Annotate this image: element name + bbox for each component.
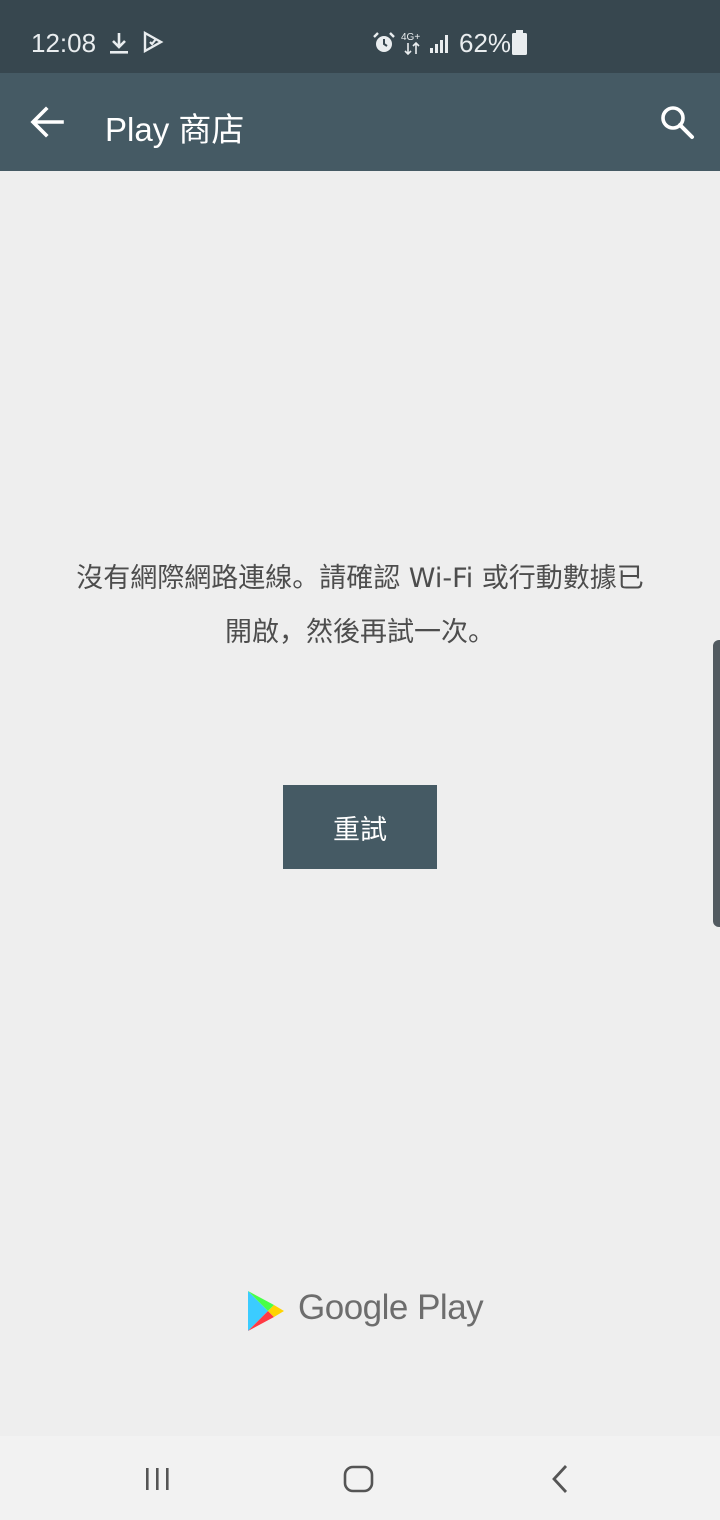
network-type-icon: 4G+ <box>401 32 420 56</box>
battery-percent: 62% <box>459 28 512 58</box>
retry-button[interactable]: 重試 <box>283 785 437 869</box>
no-connection-message: 沒有網際網路連線。請確認 Wi-Fi 或行動數據已 開啟，然後再試一次。 <box>40 552 680 660</box>
svg-text:4G+: 4G+ <box>401 32 420 43</box>
play-store-notification-icon <box>143 31 164 53</box>
back-arrow-icon[interactable] <box>28 103 66 141</box>
back-nav-icon[interactable] <box>549 1464 573 1494</box>
search-icon[interactable] <box>658 103 696 141</box>
status-bar: 12:08 4G+ 62% <box>0 0 720 73</box>
status-time: 12:08 <box>31 28 97 58</box>
google-play-logo-text: Google Play <box>298 1288 484 1327</box>
recent-apps-icon[interactable] <box>143 1466 173 1492</box>
retry-button-label: 重試 <box>333 814 387 845</box>
battery-icon <box>512 30 527 55</box>
navigation-bar <box>0 1436 720 1520</box>
home-icon[interactable] <box>343 1465 375 1493</box>
page-title: Play 商店 <box>105 111 245 148</box>
alarm-icon <box>373 32 395 52</box>
edge-panel-handle[interactable] <box>713 640 720 927</box>
app-bar: Play 商店 <box>0 73 720 171</box>
google-play-logo-icon <box>248 1291 284 1331</box>
download-icon <box>110 33 128 54</box>
message-line-2: 開啟，然後再試一次。 <box>225 617 495 648</box>
message-line-1: 沒有網際網路連線。請確認 Wi-Fi 或行動數據已 <box>76 563 644 594</box>
signal-icon <box>430 35 448 53</box>
